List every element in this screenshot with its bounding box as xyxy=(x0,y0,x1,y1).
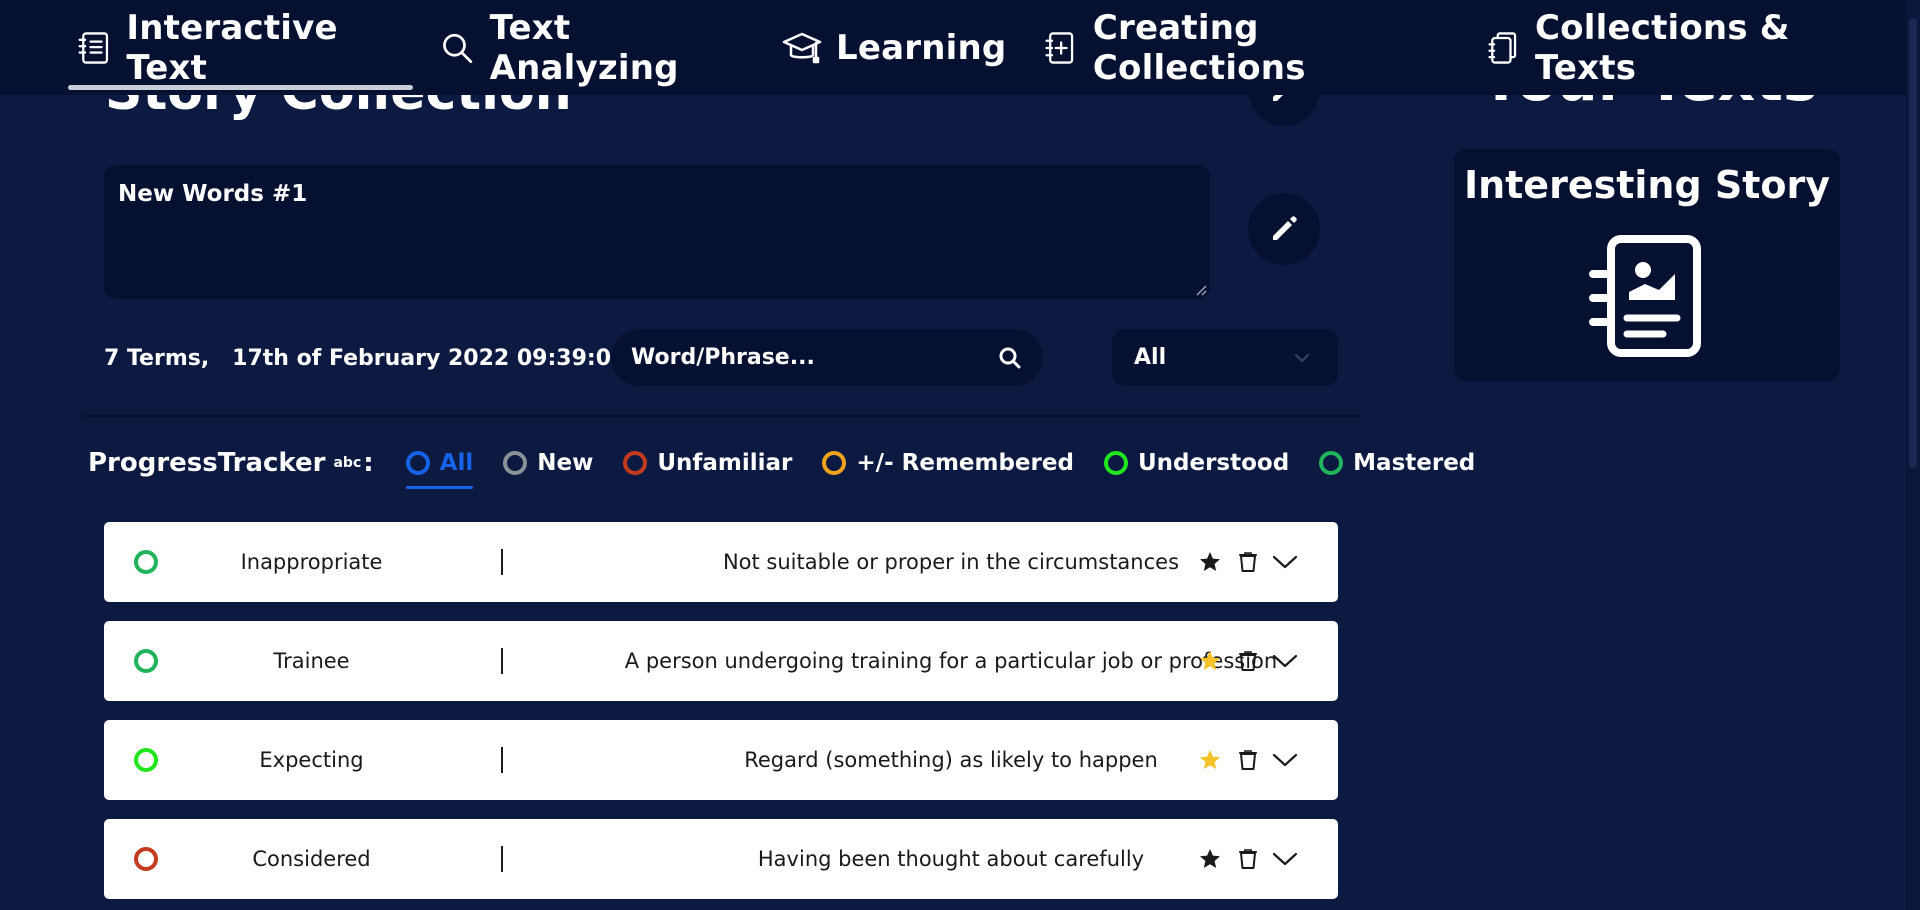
add-document-icon xyxy=(1045,31,1074,64)
notebook-icon xyxy=(78,31,109,64)
chevron-down-icon xyxy=(1295,353,1309,362)
word-definition: Having been thought about carefully xyxy=(757,847,1145,871)
status-ring-icon[interactable] xyxy=(134,550,158,574)
filter-unfamiliar[interactable]: Unfamiliar xyxy=(623,443,792,483)
status-filter-select[interactable]: All xyxy=(1112,329,1338,386)
nav-label: Learning xyxy=(836,27,1007,68)
filter-understood[interactable]: Understood xyxy=(1103,443,1290,483)
word-search[interactable] xyxy=(611,329,1043,386)
status-ring-icon[interactable] xyxy=(134,649,158,673)
word-row[interactable]: Considered Having been thought about care… xyxy=(104,819,1338,899)
nav-interactive-text[interactable]: Interactive Text xyxy=(67,0,414,95)
tracker-title: ProgressTracker xyxy=(88,448,326,478)
chevron-down-icon[interactable] xyxy=(1272,748,1298,772)
status-ring-icon xyxy=(822,451,847,475)
filter-label: New xyxy=(537,450,594,476)
filter-mastered[interactable]: Mastered xyxy=(1319,443,1475,483)
nav-creating-collections[interactable]: Creating Collections xyxy=(1042,0,1448,95)
trash-icon[interactable] xyxy=(1238,551,1258,573)
nav-label: Interactive Text xyxy=(126,7,338,88)
page-scrollbar[interactable] xyxy=(1906,0,1920,910)
nav-text-analyzing[interactable]: Text Analyzing xyxy=(439,0,746,95)
word-definition-cell: A person undergoing training for a parti… xyxy=(511,621,1391,701)
filter-label: +/- Remembered xyxy=(856,450,1074,476)
tracker-colon: : xyxy=(363,448,374,478)
story-notebook-icon xyxy=(1589,235,1701,357)
filter-label: Understood xyxy=(1137,450,1290,476)
scrollbar-thumb[interactable] xyxy=(1909,18,1917,468)
graduation-cap-icon xyxy=(782,32,822,63)
words-list: Inappropriate Not suitable or proper in t… xyxy=(104,522,1338,910)
chevron-down-icon[interactable] xyxy=(1272,649,1298,673)
separator xyxy=(501,549,503,575)
status-ring-icon[interactable] xyxy=(134,748,158,772)
search-input[interactable] xyxy=(631,345,997,370)
word-term: Expecting xyxy=(259,748,364,772)
word-definition: A person undergoing training for a parti… xyxy=(624,649,1278,673)
trash-icon[interactable] xyxy=(1238,650,1258,672)
filter-all[interactable]: All xyxy=(405,443,474,489)
collection-meta: 7 Terms, 17th of February 2022 09:39:00 xyxy=(104,346,627,371)
filter-remembered[interactable]: +/- Remembered xyxy=(822,443,1074,483)
word-definition: Regard (something) as likely to happen xyxy=(744,748,1158,772)
filter-selected-value: All xyxy=(1134,345,1167,370)
description-text: New Words #1 xyxy=(118,181,308,207)
progress-tracker: ProgressTracker abc : All New Unfamiliar +/… xyxy=(88,443,1475,489)
spellcheck-icon: abc xyxy=(333,455,362,471)
chevron-down-icon[interactable] xyxy=(1272,550,1298,574)
status-ring-icon xyxy=(1103,451,1128,475)
star-icon[interactable] xyxy=(1198,847,1222,871)
word-definition-cell: Having been thought about carefully xyxy=(511,819,1391,899)
top-navigation: Interactive Text Text Analyzing Learning… xyxy=(0,0,1906,95)
status-ring-icon xyxy=(1319,451,1344,475)
divider xyxy=(82,415,1360,417)
text-card[interactable]: Interesting Story xyxy=(1454,149,1840,381)
word-term: Trainee xyxy=(273,649,350,673)
trash-icon[interactable] xyxy=(1238,848,1258,870)
word-definition-cell: Regard (something) as likely to happen xyxy=(511,720,1391,800)
filter-label: All xyxy=(439,450,474,476)
filter-label: Unfamiliar xyxy=(657,450,793,476)
resize-grip-icon[interactable] xyxy=(1195,284,1207,296)
search-icon xyxy=(443,33,473,63)
star-icon[interactable] xyxy=(1198,649,1222,673)
edit-description-button[interactable] xyxy=(1248,193,1320,265)
nav-label: Creating Collections xyxy=(1092,7,1306,88)
word-term: Inappropriate xyxy=(240,550,383,574)
status-ring-icon[interactable] xyxy=(134,847,158,871)
filter-label: Mastered xyxy=(1353,450,1476,476)
word-row[interactable]: Expecting Regard (something) as likely to… xyxy=(104,720,1338,800)
word-definition-cell: Not suitable or proper in the circumstan… xyxy=(511,522,1391,602)
separator xyxy=(501,846,503,872)
status-ring-icon xyxy=(623,451,648,475)
chevron-down-icon[interactable] xyxy=(1272,847,1298,871)
separator xyxy=(501,648,503,674)
collection-description-field[interactable]: New Words #1 xyxy=(104,165,1210,299)
star-icon[interactable] xyxy=(1198,748,1222,772)
search-icon[interactable] xyxy=(997,345,1023,371)
word-row[interactable]: Trainee A person undergoing training for … xyxy=(104,621,1338,701)
nav-collections-texts[interactable]: Collections & Texts xyxy=(1485,0,1870,95)
nav-label: Text Analyzing xyxy=(489,7,679,88)
nav-learning[interactable]: Learning xyxy=(782,0,1006,95)
word-row[interactable]: Inappropriate Not suitable or proper in t… xyxy=(104,522,1338,602)
filter-new[interactable]: New xyxy=(503,443,593,483)
word-definition: Not suitable or proper in the circumstan… xyxy=(722,550,1180,574)
status-ring-icon xyxy=(405,451,430,475)
star-icon[interactable] xyxy=(1198,550,1222,574)
status-ring-icon xyxy=(503,451,528,475)
nav-label: Collections & Texts xyxy=(1535,7,1790,88)
pencil-icon xyxy=(1273,216,1297,240)
word-term: Considered xyxy=(252,847,371,871)
text-card-title: Interesting Story xyxy=(1463,163,1831,207)
trash-icon[interactable] xyxy=(1238,749,1258,771)
separator xyxy=(501,747,503,773)
documents-icon xyxy=(1488,31,1516,64)
